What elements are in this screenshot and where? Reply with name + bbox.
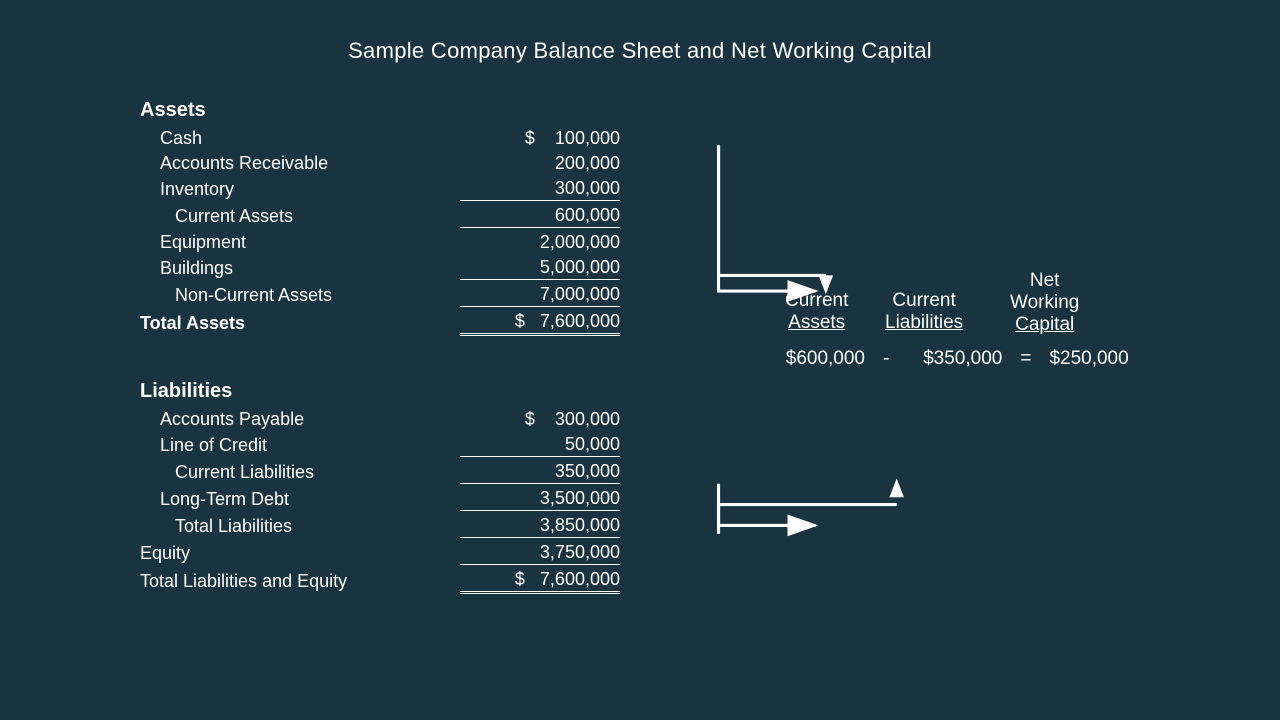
non-current-assets-row: Non-Current Assets 7,000,000 xyxy=(140,282,620,309)
current-assets-label: Current Assets xyxy=(140,206,293,227)
cl-col-label: Current Liabilities xyxy=(885,290,963,334)
buildings-row: Buildings 5,000,000 xyxy=(140,255,620,282)
total-liabilities-value: 3,850,000 xyxy=(460,515,620,538)
cash-value: $ 100,000 xyxy=(460,128,620,149)
current-liabilities-label: Current Liabilities xyxy=(140,462,314,483)
current-assets-value: 600,000 xyxy=(460,205,620,228)
non-current-assets-value: 7,000,000 xyxy=(460,284,620,307)
non-current-assets-label: Non-Current Assets xyxy=(140,285,332,306)
total-assets-label: Total Assets xyxy=(140,313,245,334)
assets-header: Assets xyxy=(140,99,620,122)
loc-row: Line of Credit 50,000 xyxy=(140,432,620,459)
ap-row: Accounts Payable $ 300,000 xyxy=(140,407,620,432)
ca-value: $600,000 xyxy=(770,348,865,370)
liabilities-header: Liabilities xyxy=(140,380,620,403)
equipment-value: 2,000,000 xyxy=(460,232,620,253)
loc-label: Line of Credit xyxy=(140,435,267,456)
diagram-area: Current Assets Current Liabilities Net W… xyxy=(620,140,1240,640)
ca-label-1: Current xyxy=(785,290,848,312)
cl-value: $350,000 xyxy=(907,348,1002,370)
total-liabilities-row: Total Liabilities 3,850,000 xyxy=(140,513,620,540)
current-assets-row: Current Assets 600,000 xyxy=(140,203,620,230)
equity-label: Equity xyxy=(140,543,190,564)
current-liabilities-row: Current Liabilities 350,000 xyxy=(140,459,620,486)
ca-col-label: Current Assets xyxy=(785,290,848,334)
ar-value: 200,000 xyxy=(460,153,620,174)
page-title: Sample Company Balance Sheet and Net Wor… xyxy=(0,0,1280,64)
nwc-label-2: Working xyxy=(1010,292,1079,314)
ar-row: Accounts Receivable 200,000 xyxy=(140,151,620,176)
ca-label-2: Assets xyxy=(785,312,848,334)
total-assets-value: $ 7,600,000 xyxy=(460,311,620,336)
loc-value: 50,000 xyxy=(460,434,620,457)
inventory-row: Inventory 300,000 xyxy=(140,176,620,203)
minus-sign: - xyxy=(883,348,889,370)
ltd-row: Long-Term Debt 3,500,000 xyxy=(140,486,620,513)
total-liabilities-equity-value: $ 7,600,000 xyxy=(460,569,620,594)
ltd-value: 3,500,000 xyxy=(460,488,620,511)
ltd-label: Long-Term Debt xyxy=(140,489,289,510)
inventory-label: Inventory xyxy=(140,179,234,200)
total-assets-row: Total Assets $ 7,600,000 xyxy=(140,309,620,338)
cl-label-2: Liabilities xyxy=(885,312,963,334)
cl-label-1: Current xyxy=(885,290,963,312)
buildings-value: 5,000,000 xyxy=(460,257,620,280)
current-liabilities-value: 350,000 xyxy=(460,461,620,484)
nwc-label-1: Net xyxy=(1010,270,1079,292)
balance-sheet: Assets Cash $ 100,000 Accounts Receivabl… xyxy=(140,89,620,596)
equals-sign: = xyxy=(1020,348,1031,370)
nwc-value: $250,000 xyxy=(1049,348,1144,370)
ap-label: Accounts Payable xyxy=(140,409,304,430)
ap-value: $ 300,000 xyxy=(460,409,620,430)
equity-value: 3,750,000 xyxy=(460,542,620,565)
total-liabilities-label: Total Liabilities xyxy=(140,516,292,537)
equipment-label: Equipment xyxy=(140,232,246,253)
ar-label: Accounts Receivable xyxy=(140,153,328,174)
equipment-row: Equipment 2,000,000 xyxy=(140,230,620,255)
total-liabilities-equity-row: Total Liabilities and Equity $ 7,600,000 xyxy=(140,567,620,596)
total-liabilities-equity-label: Total Liabilities and Equity xyxy=(140,571,347,592)
inventory-value: 300,000 xyxy=(460,178,620,201)
equity-row: Equity 3,750,000 xyxy=(140,540,620,567)
nwc-label-3: Capital xyxy=(1010,314,1079,336)
buildings-label: Buildings xyxy=(140,258,233,279)
cash-row: Cash $ 100,000 xyxy=(140,126,620,151)
cash-label: Cash xyxy=(140,128,202,149)
nwc-col-label: Net Working Capital xyxy=(1010,270,1079,336)
